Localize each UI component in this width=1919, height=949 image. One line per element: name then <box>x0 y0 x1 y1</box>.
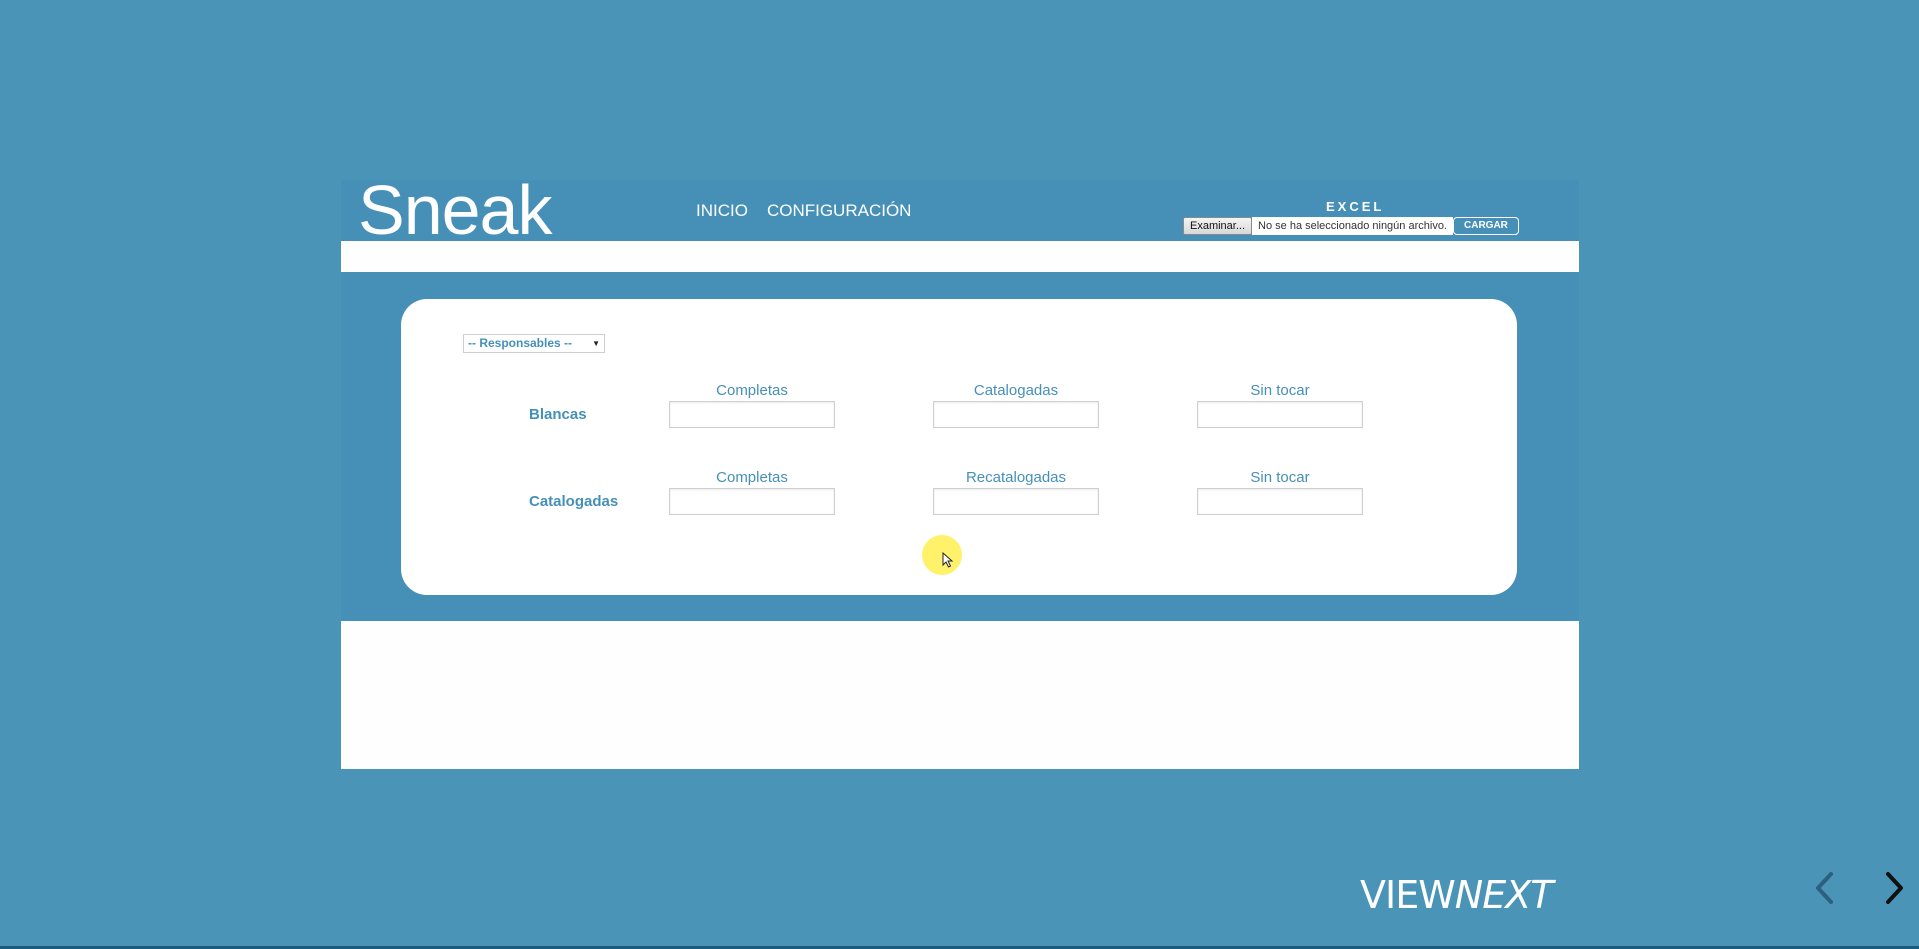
app-header: Sneak INICIO CONFIGURACIÓN EXCEL Examina… <box>341 175 1579 245</box>
excel-title: EXCEL <box>1326 199 1385 214</box>
blancas-sin-tocar-input[interactable] <box>1197 401 1363 428</box>
blancas-catalogadas-input[interactable] <box>933 401 1099 428</box>
catalogadas-sin-tocar-input[interactable] <box>1197 488 1363 515</box>
viewnext-logo: VIEWNEXT <box>1360 873 1554 917</box>
col-label-sin-tocar: Sin tocar <box>1250 469 1310 486</box>
content-band: -- Responsables -- ▼ Blancas Completas C… <box>341 272 1579 621</box>
app-window: Sneak INICIO CONFIGURACIÓN EXCEL Examina… <box>341 175 1579 769</box>
next-slide-button[interactable] <box>1874 866 1914 910</box>
blancas-completas-input[interactable] <box>669 401 835 428</box>
file-input: Examinar... No se ha seleccionado ningún… <box>1183 217 1519 235</box>
mouse-cursor-icon <box>942 552 954 568</box>
col-label-catalogadas: Catalogadas <box>973 382 1059 399</box>
form-card: -- Responsables -- ▼ Blancas Completas C… <box>401 299 1517 595</box>
col-label-sin-tocar: Sin tocar <box>1250 382 1310 399</box>
brand-regular: VIEW <box>1360 873 1456 917</box>
chevron-right-icon <box>1886 872 1903 904</box>
app-logo: Sneak <box>358 171 552 249</box>
col-label-recatalogadas: Recatalogadas <box>965 469 1067 486</box>
chevron-left-icon <box>1816 872 1833 904</box>
catalogadas-completas-input[interactable] <box>669 488 835 515</box>
nav-inicio[interactable]: INICIO <box>696 201 748 221</box>
col-label-completas: Completas <box>716 469 788 486</box>
prev-slide-button[interactable] <box>1806 866 1846 910</box>
chevron-down-icon: ▼ <box>592 339 600 348</box>
browse-button[interactable]: Examinar... <box>1183 217 1253 235</box>
responsables-select[interactable]: -- Responsables -- ▼ <box>463 334 605 353</box>
col-label-completas: Completas <box>716 382 788 399</box>
brand-italic: NEXT <box>1454 873 1554 917</box>
upload-button[interactable]: CARGAR <box>1453 217 1519 235</box>
main-nav: INICIO CONFIGURACIÓN <box>696 201 911 221</box>
row-label-blancas: Blancas <box>529 406 587 423</box>
catalogadas-recatalogadas-input[interactable] <box>933 488 1099 515</box>
row-label-catalogadas: Catalogadas <box>529 493 619 510</box>
file-status: No se ha seleccionado ningún archivo. <box>1252 217 1453 235</box>
nav-configuracion[interactable]: CONFIGURACIÓN <box>767 201 912 221</box>
responsables-select-value: -- Responsables -- <box>468 336 573 350</box>
